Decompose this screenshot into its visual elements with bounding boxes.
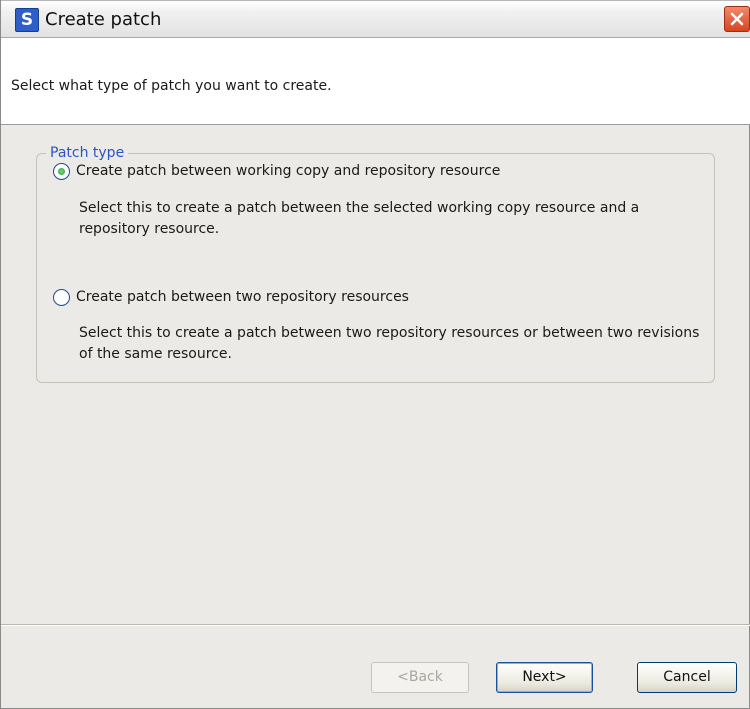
cancel-button[interactable]: Cancel — [637, 662, 737, 693]
patch-type-legend: Patch type — [46, 143, 129, 163]
dialog-title: Create patch — [45, 9, 162, 30]
radio-two-repository[interactable] — [53, 288, 70, 306]
title-bar[interactable]: S Create patch — [1, 0, 750, 38]
create-patch-dialog: S Create patch Select what type of patch… — [0, 0, 750, 709]
option-two-repository-label[interactable]: Create patch between two repository reso… — [76, 287, 409, 307]
option-two-repository-description: Select this to create a patch between tw… — [79, 325, 700, 362]
radio-working-copy[interactable] — [53, 162, 70, 180]
next-button[interactable]: Next> — [496, 662, 593, 693]
patch-type-group: Patch type Create patch between working … — [36, 143, 715, 383]
footer-separator — [1, 624, 750, 626]
option-working-copy-description: Select this to create a patch between th… — [79, 200, 640, 237]
back-button[interactable]: <Back — [371, 662, 469, 693]
close-icon — [730, 12, 744, 26]
option-two-repository[interactable]: Create patch between two repository reso… — [53, 287, 409, 307]
header-panel: Select what type of patch you want to cr… — [1, 38, 750, 125]
header-description: Select what type of patch you want to cr… — [11, 78, 332, 94]
option-working-copy[interactable]: Create patch between working copy and re… — [53, 161, 500, 181]
app-logo-icon: S — [15, 8, 39, 32]
option-working-copy-label[interactable]: Create patch between working copy and re… — [76, 161, 500, 181]
close-button[interactable] — [724, 6, 750, 32]
radio-selected-dot — [58, 167, 65, 175]
